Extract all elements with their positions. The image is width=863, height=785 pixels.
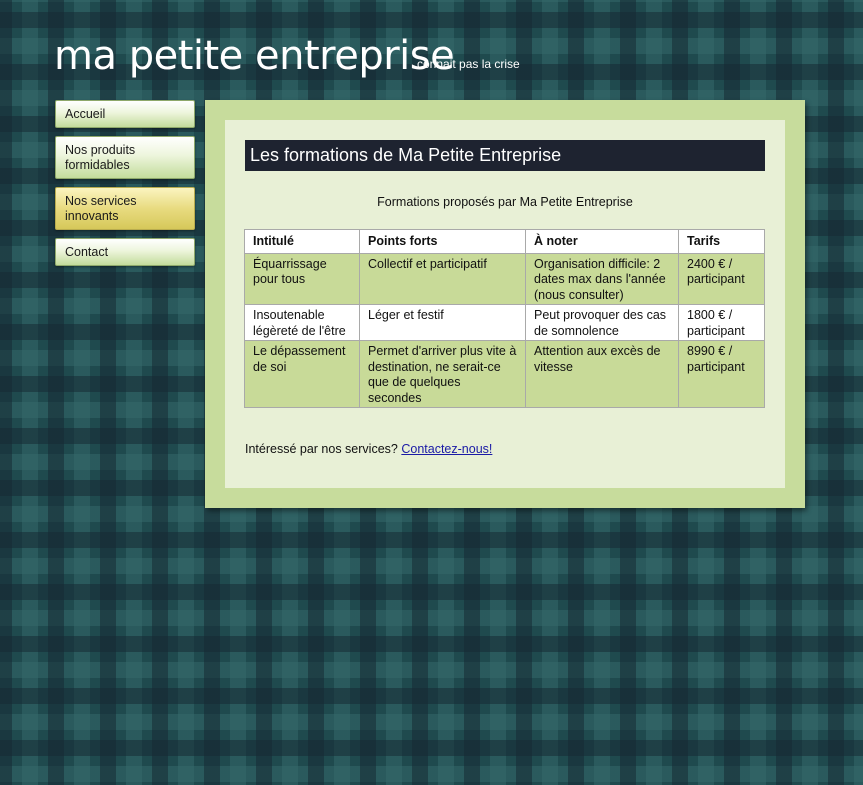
column-header: À noter [525,229,679,254]
contact-prompt: Intéressé par nos services? Contactez-no… [245,442,492,456]
table-cell: 8990 € / participant [678,340,765,408]
table-header-row: Intitulé Points forts À noter Tarifs [244,229,765,254]
site-tagline: connait pas la crise [417,57,520,71]
site-title: ma petite entreprise [54,33,455,79]
menu-item-label: Contact [65,245,109,259]
table-cell: 2400 € / participant [678,252,765,305]
table-row: Insoutenable légèreté de l'être Léger et… [244,304,765,341]
table-cell: Léger et festif [359,304,526,341]
main-menu: Accueil Nos produits formidables Nos ser… [55,100,195,274]
menu-item-label: Accueil [65,107,106,121]
table-cell: Organisation difficile: 2 dates max dans… [525,252,679,305]
content-area: Les formations de Ma Petite Entreprise F… [225,120,785,488]
menu-item-label: Nos services innovants [65,194,137,223]
contact-link[interactable]: Contactez-nous! [401,442,492,456]
table-cell: Peut provoquer des cas de somnolence [525,304,679,341]
table-cell: Insoutenable légèreté de l'être [244,304,360,341]
column-header: Points forts [359,229,526,254]
content-title: Les formations de Ma Petite Entreprise [245,140,765,171]
menu-item-accueil[interactable]: Accueil [55,100,195,128]
table-cell: Collectif et participatif [359,252,526,305]
table-cell: Équarrissage pour tous [244,252,360,305]
table-caption: Formations proposés par Ma Petite Entrep… [377,195,633,209]
column-header: Tarifs [678,229,765,254]
table-cell: 1800 € / participant [678,304,765,341]
table-cell: Permet d'arriver plus vite à destination… [359,340,526,408]
content-panel: Les formations de Ma Petite Entreprise F… [205,100,805,508]
menu-item-label: Nos produits formidables [65,143,136,172]
menu-item-contact[interactable]: Contact [55,238,195,266]
contact-prompt-text: Intéressé par nos services? [245,442,398,456]
table-cell: Le dépassement de soi [244,340,360,408]
menu-item-services[interactable]: Nos services innovants [55,187,195,230]
table-cell: Attention aux excès de vitesse [525,340,679,408]
formations-table: Intitulé Points forts À noter Tarifs Équ… [244,229,765,408]
table-row: Le dépassement de soi Permet d'arriver p… [244,340,765,408]
table-row: Équarrissage pour tous Collectif et part… [244,252,765,305]
column-header: Intitulé [244,229,360,254]
menu-item-produits[interactable]: Nos produits formidables [55,136,195,179]
